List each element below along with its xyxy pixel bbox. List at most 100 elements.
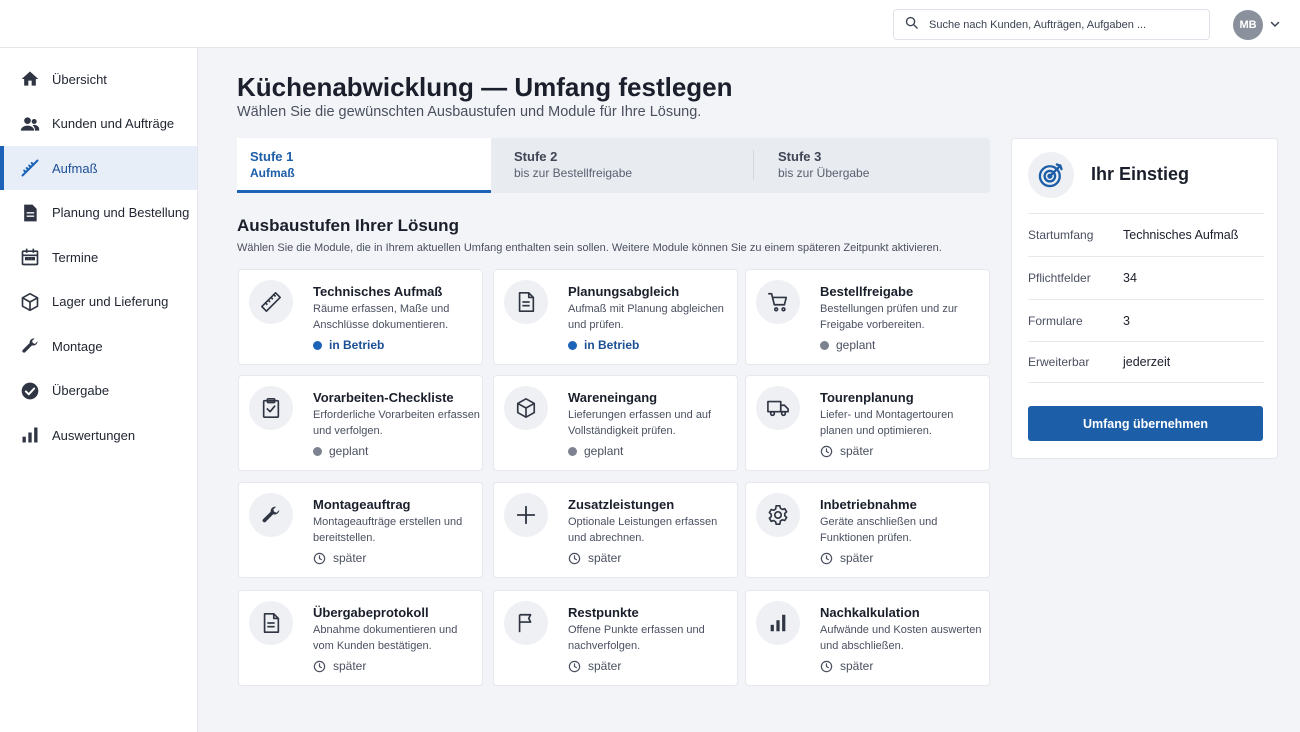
module-card-montageauftrag[interactable]: Montageauftrag Montageaufträge erstellen… xyxy=(238,482,483,578)
sidebar-item-uebersicht[interactable]: Übersicht xyxy=(0,57,197,101)
avatar[interactable]: MB xyxy=(1233,10,1263,40)
sidebar-item-uebergabe[interactable]: Übergabe xyxy=(0,369,197,413)
module-card-uebergabeprotokoll[interactable]: Übergabeprotokoll Abnahme dokumentieren … xyxy=(238,590,483,686)
summary-key: Erweiterbar xyxy=(1028,355,1090,369)
summary-value: jederzeit xyxy=(1123,355,1171,369)
target-icon xyxy=(1028,152,1074,198)
module-card-vorarbeiten-checkliste[interactable]: Vorarbeiten-Checkliste Erforderliche Vor… xyxy=(238,375,483,471)
sidebar-item-lager[interactable]: Lager und Lieferung xyxy=(0,280,197,324)
status-dot-icon xyxy=(568,340,577,350)
chevron-down-icon[interactable] xyxy=(1269,18,1281,30)
top-bar: Suche nach Kunden, Aufträgen, Aufgaben .… xyxy=(0,0,1300,48)
status-dot-icon xyxy=(313,446,322,456)
clock-icon xyxy=(568,552,581,564)
module-card-nachkalkulation[interactable]: Nachkalkulation Aufwände und Kosten ausw… xyxy=(745,590,990,686)
module-title: Vorarbeiten-Checkliste xyxy=(313,390,454,405)
tab-subtitle: Aufmaß xyxy=(250,166,295,180)
summary-key: Formulare xyxy=(1028,313,1083,328)
module-title: Montageauftrag xyxy=(313,497,411,512)
clock-icon xyxy=(820,552,833,564)
summary-value: 34 xyxy=(1123,270,1137,285)
home-icon xyxy=(19,69,40,90)
sidebar-item-auswertungen[interactable]: Auswertungen xyxy=(0,413,197,457)
module-card-planungsabgleich[interactable]: Planungsabgleich Aufmaß mit Planung abgl… xyxy=(493,269,738,365)
summary-value: 3 xyxy=(1123,313,1130,328)
status-label: geplant xyxy=(836,338,876,352)
status-label: geplant xyxy=(329,444,369,458)
sidebar-item-planung[interactable]: Planung und Bestellung xyxy=(0,191,197,235)
module-title: Technisches Aufmaß xyxy=(313,284,443,299)
module-card-tourenplanung[interactable]: Tourenplanung Liefer- und Montagertouren… xyxy=(745,375,990,471)
sidebar-item-label: Aufmaß xyxy=(52,160,98,176)
sidebar-item-label: Montage xyxy=(52,338,103,354)
sidebar-item-label: Auswertungen xyxy=(52,427,136,443)
search-input[interactable]: Suche nach Kunden, Aufträgen, Aufgaben .… xyxy=(893,9,1210,40)
sidebar-item-kunden[interactable]: Kunden und Aufträge xyxy=(0,102,197,146)
module-status: später xyxy=(568,659,621,673)
sidebar: Übersicht Kunden und Aufträge Aufmaß Pla… xyxy=(0,48,198,732)
apply-scope-button[interactable]: Umfang übernehmen xyxy=(1028,406,1263,441)
module-card-technisches-aufmass[interactable]: Technisches Aufmaß Räume erfassen, Maße … xyxy=(238,269,483,365)
clock-icon xyxy=(820,445,833,457)
module-description: Optionale Leistungen erfassen und abrech… xyxy=(568,516,718,544)
summary-row-pflichtfelder: Pflichtfelder 34 xyxy=(1028,256,1264,298)
status-label: später xyxy=(588,659,622,673)
module-description: Offene Punkte erfassen und nachverfolgen… xyxy=(568,624,705,652)
entry-summary-panel: Ihr Einstieg Startumfang Technisches Auf… xyxy=(1011,138,1278,459)
module-title: Bestellfreigabe xyxy=(820,284,914,299)
summary-row-startumfang: Startumfang Technisches Aufmaß xyxy=(1028,213,1264,255)
module-title: Inbetriebnahme xyxy=(820,497,917,512)
tab-stufe-3[interactable]: Stufe 3 bis zur Übergabe xyxy=(765,138,990,193)
module-status: später xyxy=(313,659,366,673)
box-icon xyxy=(19,291,40,312)
wrench-icon xyxy=(249,493,293,537)
module-description: Liefer- und Montagertouren planen und op… xyxy=(820,409,954,437)
stage-tabs: Stufe 1 Aufmaß Stufe 2 bis zur Bestellfr… xyxy=(237,138,990,193)
summary-row-formulare: Formulare 3 xyxy=(1028,299,1264,341)
module-card-bestellfreigabe[interactable]: Bestellfreigabe Bestellungen prüfen und … xyxy=(745,269,990,365)
tab-stufe-2[interactable]: Stufe 2 bis zur Bestellfreigabe xyxy=(501,138,751,193)
module-status: später xyxy=(568,551,621,565)
module-description: Bestellungen prüfen und zur Freigabe vor… xyxy=(820,303,958,331)
module-status: geplant xyxy=(313,444,368,458)
status-dot-icon xyxy=(568,446,577,456)
page-title: Küchenabwicklung — Umfang festlegen xyxy=(237,72,733,102)
cart-icon xyxy=(756,280,800,324)
status-label: geplant xyxy=(584,444,624,458)
module-title: Planungsabgleich xyxy=(568,284,680,299)
sidebar-item-termine[interactable]: Termine xyxy=(0,235,197,279)
page-subtitle: Wählen Sie die gewünschten Ausbaustufen … xyxy=(237,104,702,120)
module-description: Erforderliche Vorarbeiten erfassen und v… xyxy=(313,409,480,437)
module-title: Tourenplanung xyxy=(820,390,914,405)
summary-key: Startumfang xyxy=(1028,227,1094,242)
search-icon xyxy=(904,15,919,35)
sidebar-item-montage[interactable]: Montage xyxy=(0,324,197,368)
module-title: Nachkalkulation xyxy=(820,605,920,620)
module-card-restpunkte[interactable]: Restpunkte Offene Punkte erfassen und na… xyxy=(493,590,738,686)
module-description: Montageaufträge erstellen und bereitstel… xyxy=(313,516,463,544)
clock-icon xyxy=(820,660,833,672)
module-description: Abnahme dokumentieren und vom Kunden bes… xyxy=(313,624,458,652)
tab-subtitle: bis zur Übergabe xyxy=(778,166,870,180)
status-label: später xyxy=(333,659,367,673)
tab-stufe-1[interactable]: Stufe 1 Aufmaß xyxy=(237,138,491,193)
sidebar-item-aufmass[interactable]: Aufmaß xyxy=(0,146,197,190)
module-status: später xyxy=(313,551,366,565)
status-label: in Betrieb xyxy=(329,338,385,352)
module-card-zusatzleistungen[interactable]: Zusatzleistungen Optionale Leistungen er… xyxy=(493,482,738,578)
status-label: später xyxy=(840,659,874,673)
status-label: in Betrieb xyxy=(584,338,640,352)
module-title: Restpunkte xyxy=(568,605,639,620)
summary-row-erweiterbar: Erweiterbar jederzeit xyxy=(1028,341,1264,383)
module-card-inbetriebnahme[interactable]: Inbetriebnahme Geräte anschließen und Fu… xyxy=(745,482,990,578)
module-card-wareneingang[interactable]: Wareneingang Lieferungen erfassen und au… xyxy=(493,375,738,471)
wrench-icon xyxy=(19,336,40,357)
document-icon xyxy=(249,601,293,645)
ruler-pencil-icon xyxy=(19,158,40,179)
sidebar-item-label: Planung und Bestellung xyxy=(52,205,190,220)
flag-icon xyxy=(504,601,548,645)
sidebar-item-label: Lager und Lieferung xyxy=(52,294,169,309)
module-description: Räume erfassen, Maße und Anschlüsse doku… xyxy=(313,303,450,331)
module-description: Aufmaß mit Planung abgleichen und prüfen… xyxy=(568,303,724,331)
plus-icon xyxy=(504,493,548,537)
